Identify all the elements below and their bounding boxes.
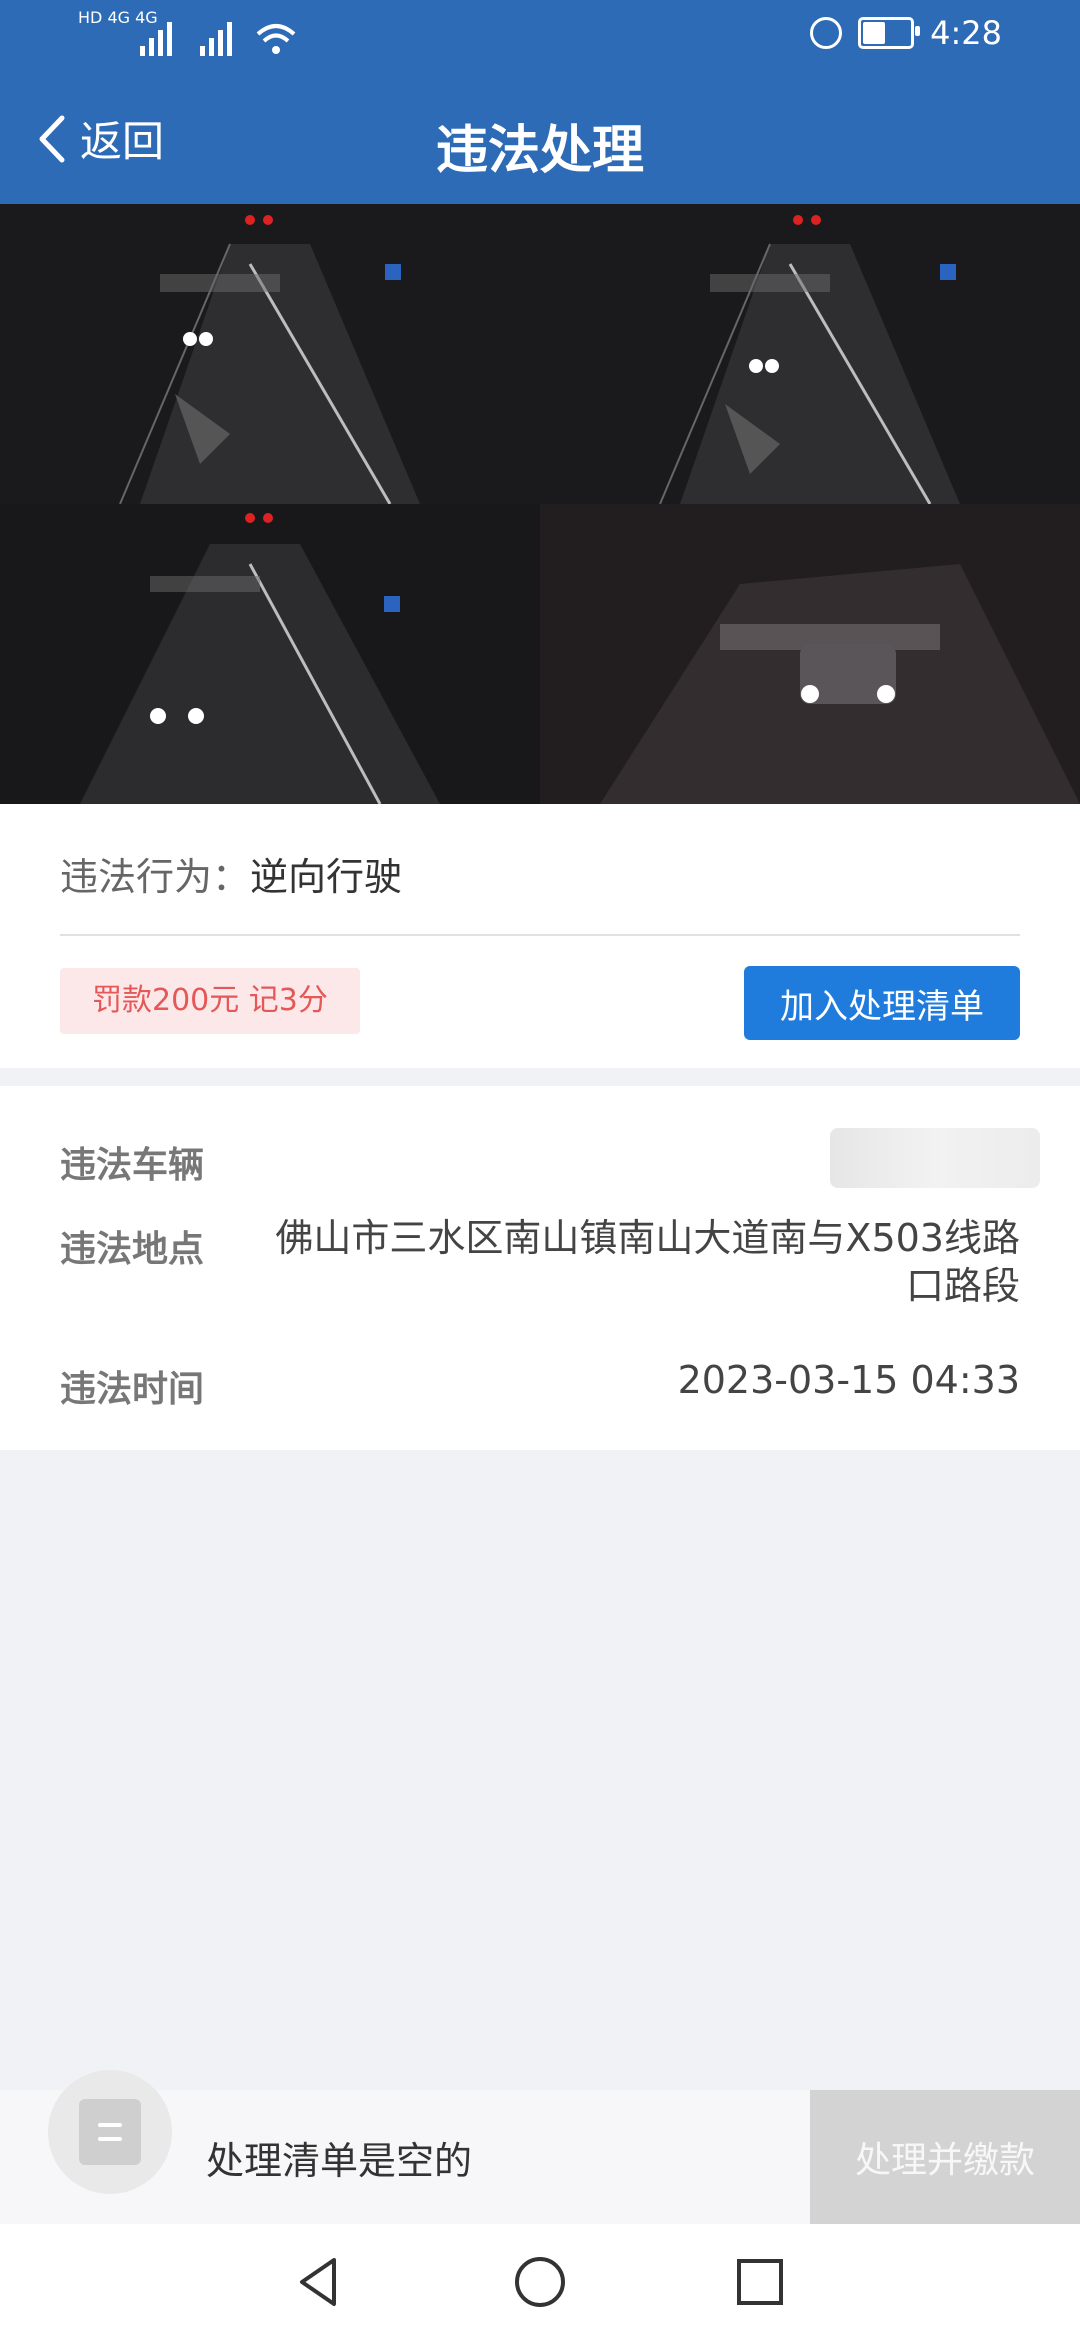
evidence-photo-4[interactable] [540, 504, 1080, 804]
violation-label: 违法行为： [60, 855, 251, 899]
battery-icon [858, 17, 921, 49]
divider [60, 934, 1020, 936]
violation-behavior: 违法行为：逆向行驶 [60, 846, 402, 901]
location-label: 违法地点 [60, 1229, 205, 1270]
app-header: 返回 违法处理 [0, 72, 1080, 204]
empty-list-text: 处理清单是空的 [206, 2139, 473, 2183]
time-label: 违法时间 [60, 1369, 205, 1410]
circle-home-icon [515, 2257, 565, 2307]
page-title: 违法处理 [435, 121, 644, 181]
nav-home-button[interactable] [505, 2247, 575, 2317]
violation-details: 违法车辆 违法地点 佛山市三水区南山镇南山大道南与X503线路口路段 违法时间 … [0, 1086, 1080, 1450]
evidence-photo-2[interactable] [540, 204, 1080, 504]
nav-back-button[interactable] [285, 2247, 355, 2317]
violation-card: 违法行为：逆向行驶 罚款200元 记3分 加入处理清单 [0, 804, 1080, 1068]
square-recent-icon [737, 2259, 783, 2305]
location-value: 佛山市三水区南山镇南山大道南与X503线路口路段 [275, 1216, 1020, 1308]
penalty-badge: 罚款200元 记3分 [60, 968, 360, 1034]
time-value: 2023-03-15 04:33 [677, 1358, 1020, 1402]
checkout-bar: 处理清单是空的 处理并缴款 [0, 2070, 1080, 2224]
list-icon[interactable] [48, 2070, 172, 2194]
evidence-photo-3[interactable] [0, 504, 540, 804]
signal-icon [140, 16, 172, 56]
evidence-photos [0, 204, 1080, 804]
signal-icon-2 [200, 16, 232, 56]
plate-number-redacted [830, 1128, 1040, 1188]
evidence-photo-1[interactable] [0, 204, 540, 504]
vehicle-label: 违法车辆 [60, 1145, 205, 1186]
wifi-icon [256, 16, 296, 56]
status-bar: HD 4G 4G 4:28 [0, 0, 1080, 72]
triangle-back-icon [300, 2258, 336, 2306]
add-to-list-button[interactable]: 加入处理清单 [744, 966, 1020, 1040]
clock: 4:28 [930, 14, 1002, 52]
violation-value: 逆向行驶 [250, 855, 403, 899]
alarm-icon [810, 17, 843, 49]
nav-recent-button[interactable] [725, 2247, 795, 2317]
system-nav-bar [0, 2224, 1080, 2340]
process-and-pay-button[interactable]: 处理并缴款 [810, 2090, 1080, 2224]
